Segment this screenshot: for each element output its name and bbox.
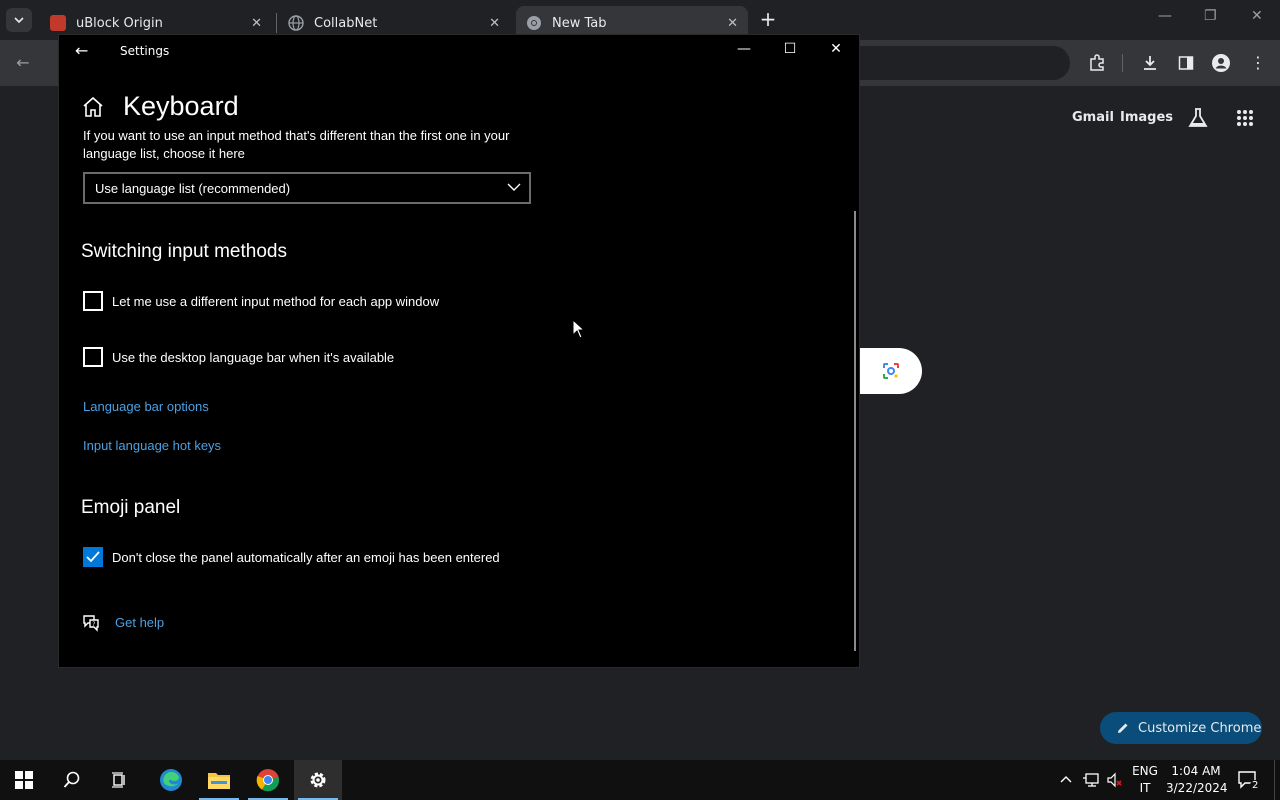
emoji-panel-checkbox[interactable]: Don't close the panel automatically afte… [83, 547, 500, 567]
chrome-icon [526, 15, 542, 31]
maximize-icon[interactable]: ☐ [780, 41, 800, 57]
window-title: Settings [120, 44, 170, 58]
checkbox-box[interactable] [83, 347, 103, 367]
checkbox-label: Let me use a different input method for … [112, 293, 440, 309]
home-icon[interactable] [81, 95, 105, 119]
scrollbar[interactable] [854, 211, 856, 651]
tab-label: uBlock Origin [76, 15, 163, 31]
chrome-icon [256, 769, 280, 792]
close-tab-icon[interactable]: ✕ [251, 16, 262, 31]
close-window-icon[interactable]: ✕ [1251, 8, 1263, 24]
start-button[interactable] [0, 760, 48, 800]
tab-divider [276, 13, 277, 33]
mouse-cursor-icon [572, 319, 586, 339]
settings-window: ← Settings — ☐ ✕ Keyboard If you want to… [59, 35, 859, 667]
images-link[interactable]: Images [1120, 110, 1173, 125]
browser-tabstrip: uBlock Origin ✕ CollabNet ✕ New Tab ✕ + … [0, 0, 1280, 40]
checkbox-label: Don't close the panel automatically afte… [112, 549, 500, 565]
new-tab-button[interactable]: + [758, 8, 778, 32]
labs-flask-icon[interactable] [1187, 107, 1209, 133]
checkbox-label: Use the desktop language bar when it's a… [112, 349, 395, 365]
close-icon[interactable]: ✕ [826, 41, 846, 57]
show-hidden-icons-icon[interactable] [1059, 760, 1073, 800]
omnibox[interactable] [840, 46, 1070, 80]
google-lens-icon[interactable] [882, 362, 900, 380]
dropdown-value: Use language list (recommended) [95, 180, 291, 196]
get-help-row[interactable]: ? Get help [81, 612, 164, 632]
back-arrow-icon[interactable]: ← [75, 41, 88, 60]
input-method-description: If you want to use an input method that'… [83, 128, 510, 161]
taskbar-settings[interactable] [294, 760, 342, 800]
chevron-down-icon [14, 17, 24, 24]
taskbar-file-explorer[interactable] [195, 760, 243, 800]
tab-search-button[interactable] [6, 8, 32, 32]
close-tab-icon[interactable]: ✕ [727, 16, 738, 31]
page-title: Keyboard [123, 91, 239, 121]
svg-text:?: ? [92, 621, 95, 628]
search-button[interactable] [48, 760, 96, 800]
checkmark-icon [86, 551, 100, 563]
task-view-button[interactable] [96, 760, 144, 800]
pencil-icon [1118, 723, 1128, 733]
restore-icon[interactable]: ❐ [1204, 8, 1217, 24]
globe-icon [288, 15, 304, 31]
apps-grid-icon[interactable] [1236, 109, 1254, 131]
input-language-indicator[interactable]: ENG IT [1130, 763, 1160, 797]
desktop-language-bar-checkbox[interactable]: Use the desktop language bar when it's a… [83, 347, 394, 367]
taskbar-edge[interactable] [147, 760, 195, 800]
extensions-icon[interactable] [1086, 52, 1108, 74]
ublock-favicon-icon [50, 15, 66, 31]
tab-label: New Tab [552, 15, 607, 31]
more-menu-icon[interactable]: ⋮ [1247, 52, 1269, 74]
taskbar: ENG IT 1:04 AM 3/22/2024 2 [0, 760, 1280, 800]
download-icon[interactable] [1139, 52, 1161, 74]
network-icon[interactable] [1082, 760, 1100, 800]
switching-input-methods-heading: Switching input methods [81, 241, 287, 262]
language-code: ENG [1132, 764, 1158, 778]
close-tab-icon[interactable]: ✕ [489, 16, 500, 31]
back-arrow-icon[interactable]: ← [12, 52, 34, 74]
show-desktop-button[interactable] [1274, 760, 1275, 800]
tab-label: CollabNet [314, 15, 378, 31]
language-bar-options-link[interactable]: Language bar options [83, 399, 209, 414]
clock-time: 1:04 AM [1171, 764, 1221, 778]
toolbar-divider [1122, 54, 1123, 72]
input-language-hot-keys-link[interactable]: Input language hot keys [83, 438, 221, 453]
help-chat-icon: ? [83, 615, 99, 632]
clock-date: 3/22/2024 [1166, 781, 1228, 795]
notification-count-badge: 2 [1250, 779, 1261, 791]
folder-icon [208, 773, 230, 789]
gmail-link[interactable]: Gmail [1072, 110, 1114, 125]
customize-chrome-button[interactable]: Customize Chrome [1100, 712, 1262, 744]
profile-avatar-icon[interactable] [1210, 52, 1232, 74]
gear-icon [310, 772, 326, 788]
task-view-icon [112, 772, 125, 788]
checkbox-box[interactable] [83, 547, 103, 567]
search-icon [63, 771, 80, 788]
side-panel-icon[interactable] [1175, 52, 1197, 74]
taskbar-chrome[interactable] [244, 760, 292, 800]
keyboard-layout-code: IT [1139, 781, 1151, 795]
clock[interactable]: 1:04 AM 3/22/2024 [1166, 763, 1228, 797]
windows-logo-icon [15, 771, 33, 789]
checkbox-box[interactable] [83, 291, 103, 311]
minimize-icon[interactable]: — [734, 41, 754, 57]
search-box-fragment[interactable] [858, 348, 922, 394]
edge-browser-icon [160, 769, 182, 791]
volume-muted-icon[interactable] [1106, 760, 1124, 800]
chevron-down-icon [507, 183, 521, 191]
emoji-panel-heading: Emoji panel [81, 497, 181, 518]
get-help-link[interactable]: Get help [115, 615, 164, 630]
per-app-input-method-checkbox[interactable]: Let me use a different input method for … [83, 291, 439, 311]
minimize-icon[interactable]: — [1158, 8, 1172, 24]
notification-center-icon[interactable]: 2 [1238, 760, 1261, 800]
input-method-dropdown[interactable]: Use language list (recommended) [83, 172, 531, 204]
customize-chrome-label: Customize Chrome [1138, 720, 1262, 736]
